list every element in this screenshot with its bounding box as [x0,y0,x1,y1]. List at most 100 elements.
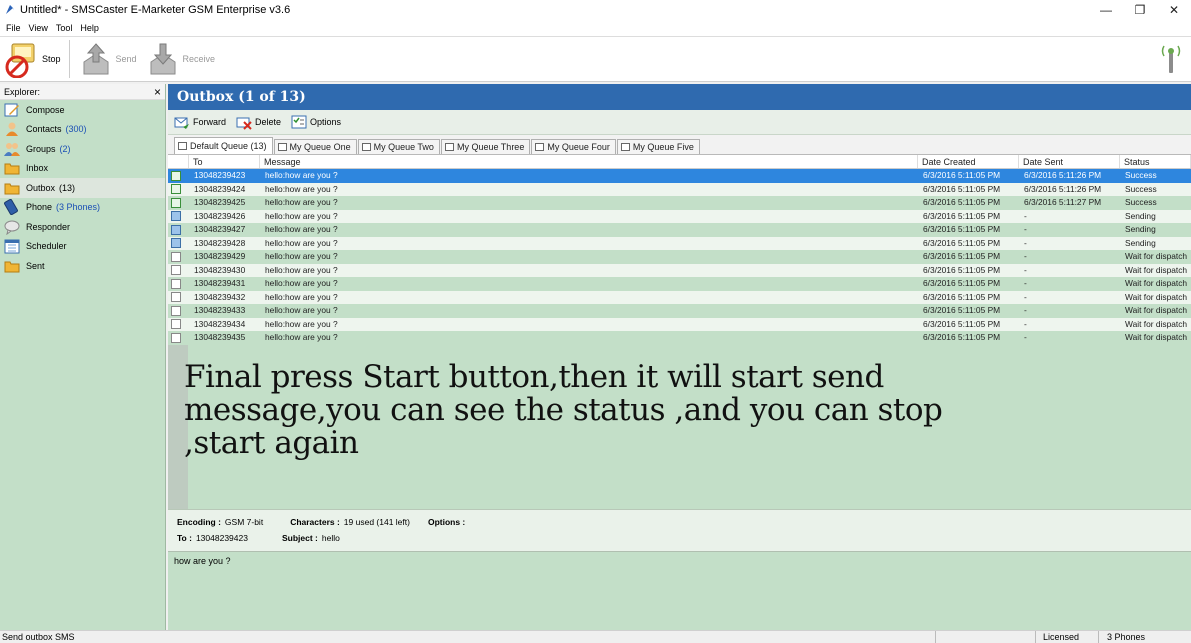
tab-label: My Queue Four [547,142,610,152]
app-icon [6,5,14,14]
minimize-button[interactable]: — [1089,0,1123,20]
cell-date-created: 6/3/2016 5:11:05 PM [923,264,1001,275]
close-button[interactable]: ✕ [1157,0,1191,20]
maximize-button[interactable]: ❐ [1123,0,1157,20]
table-row[interactable]: 13048239435 hello:how are you ? 6/3/2016 5… [168,331,1191,345]
tab-label: My Queue Two [373,142,434,152]
cell-status: Sending [1125,237,1156,248]
cell-to: 13048239425 [194,197,246,207]
table-row[interactable]: 13048239427 hello:how are you ? 6/3/2016 5… [168,223,1191,237]
menu-help[interactable]: Help [76,23,103,33]
explorer-title: Explorer: [4,86,41,97]
cell-status: Wait for dispatch [1125,264,1188,275]
nav-item-outbox[interactable]: Outbox (13) [0,178,165,198]
receive-icon [150,43,176,75]
options-button[interactable]: Options [291,114,341,130]
nav-item-sent[interactable]: Sent [0,256,165,276]
nav-item-contacts[interactable]: Contacts (300) [0,120,165,140]
queue-tab-icon [535,143,545,151]
nav-label: Groups [26,143,56,154]
nav-item-responder[interactable]: Responder [0,217,165,237]
cell-message: hello:how are you ? [265,197,338,207]
message-pending-icon [171,251,181,262]
explorer-close-button[interactable]: × [154,85,161,99]
queue-tab-icon [277,143,287,151]
nav-item-inbox[interactable]: Inbox [0,159,165,179]
status-separator [935,631,936,643]
table-row[interactable]: 13048239432 hello:how are you ? 6/3/2016 5… [168,290,1191,305]
cell-message: hello:how are you ? [265,291,338,302]
col-header-to[interactable]: To [189,155,260,168]
cell-status: Wait for dispatch [1125,332,1188,342]
status-bar: Send outbox SMS Licensed 3 Phones [0,630,1191,643]
message-pending-icon [171,292,181,303]
row-icon-cell [168,264,189,278]
tab-default-queue[interactable]: Default Queue (13) [174,137,273,154]
cell-date-created: 6/3/2016 5:11:05 PM [923,237,1001,248]
license-status: Licensed [1043,632,1080,642]
cell-date-sent: - [1024,291,1027,302]
col-header-status[interactable]: Status [1120,155,1191,168]
nav-item-compose[interactable]: Compose [0,100,165,120]
grid-rows: 13048239423 hello:how are you ? 6/3/2016 5… [168,169,1191,345]
cell-to: 13048239431 [194,278,246,288]
inbox-folder-icon [4,163,20,175]
menu-tool[interactable]: Tool [52,23,77,33]
table-row[interactable]: 13048239426 hello:how are you ? 6/3/2016 5… [168,209,1191,224]
table-row[interactable]: 13048239424 hello:how are you ? 6/3/2016 5… [168,182,1191,196]
tab-my-queue-two[interactable]: My Queue Two [357,139,440,154]
outbox-folder-icon [4,183,20,195]
queue-tab-icon [178,142,187,150]
cell-date-sent: 6/3/2016 5:11:27 PM [1024,197,1102,207]
cell-status: Wait for dispatch [1125,318,1188,329]
table-row[interactable]: 13048239431 hello:how are you ? 6/3/2016 5… [168,277,1191,291]
title-bar: Untitled* - SMSCaster E-Marketer GSM Ent… [0,0,1191,20]
table-row[interactable]: 13048239430 hello:how are you ? 6/3/2016 5… [168,263,1191,278]
row-icon-cell [168,210,189,224]
table-row[interactable]: 13048239423 hello:how are you ? 6/3/2016 5… [168,169,1191,183]
cell-date-sent: 6/3/2016 5:11:26 PM [1024,170,1102,180]
message-body[interactable]: how are you ? [168,551,1191,630]
send-button[interactable]: Send [74,39,141,79]
cell-message: hello:how are you ? [265,210,338,221]
forward-button[interactable]: Forward [174,114,226,130]
cell-status: Success [1125,170,1157,180]
menu-view[interactable]: View [25,23,52,33]
tab-my-queue-four[interactable]: My Queue Four [531,139,616,154]
cell-date-sent: 6/3/2016 5:11:26 PM [1024,183,1102,194]
phone-icon [4,199,18,216]
table-row[interactable]: 13048239428 hello:how are you ? 6/3/2016 5… [168,236,1191,250]
table-row[interactable]: 13048239434 hello:how are you ? 6/3/2016 5… [168,317,1191,331]
row-icon-cell [168,291,189,305]
receive-button[interactable]: Receive [141,39,220,79]
nav-item-groups[interactable]: Groups (2) [0,139,165,159]
nav-item-phone[interactable]: Phone (3 Phones) [0,198,165,218]
cell-date-created: 6/3/2016 5:11:05 PM [923,291,1001,302]
encoding-value: GSM 7-bit [224,517,264,527]
stop-button[interactable]: Stop [0,39,65,79]
table-row[interactable]: 13048239429 hello:how are you ? 6/3/2016 5… [168,250,1191,264]
delete-button[interactable]: Delete [236,114,281,130]
col-header-message[interactable]: Message [260,155,918,168]
col-header-date-sent[interactable]: Date Sent [1019,155,1120,168]
encoding-label: Encoding : [177,517,221,527]
cell-date-sent: - [1024,224,1027,234]
tab-my-queue-three[interactable]: My Queue Three [440,139,531,154]
tab-my-queue-one[interactable]: My Queue One [273,139,357,154]
nav-label: Outbox [26,182,56,193]
col-header-select[interactable] [168,155,189,168]
table-row[interactable]: 13048239425 hello:how are you ? 6/3/2016 5… [168,196,1191,210]
cell-message: hello:how are you ? [265,224,338,234]
tab-my-queue-five[interactable]: My Queue Five [616,139,700,154]
message-pending-icon [171,305,181,316]
cell-date-sent: - [1024,305,1027,315]
signal-antenna-icon[interactable] [1159,43,1183,75]
col-header-date-created[interactable]: Date Created [918,155,1019,168]
table-row[interactable]: 13048239433 hello:how are you ? 6/3/2016 5… [168,304,1191,318]
nav-item-scheduler[interactable]: Scheduler [0,237,165,257]
message-pending-icon [171,332,181,343]
receive-label: Receive [182,54,216,64]
responder-icon [4,220,20,235]
menu-file[interactable]: File [2,23,25,33]
cell-date-created: 6/3/2016 5:11:05 PM [923,251,1001,261]
